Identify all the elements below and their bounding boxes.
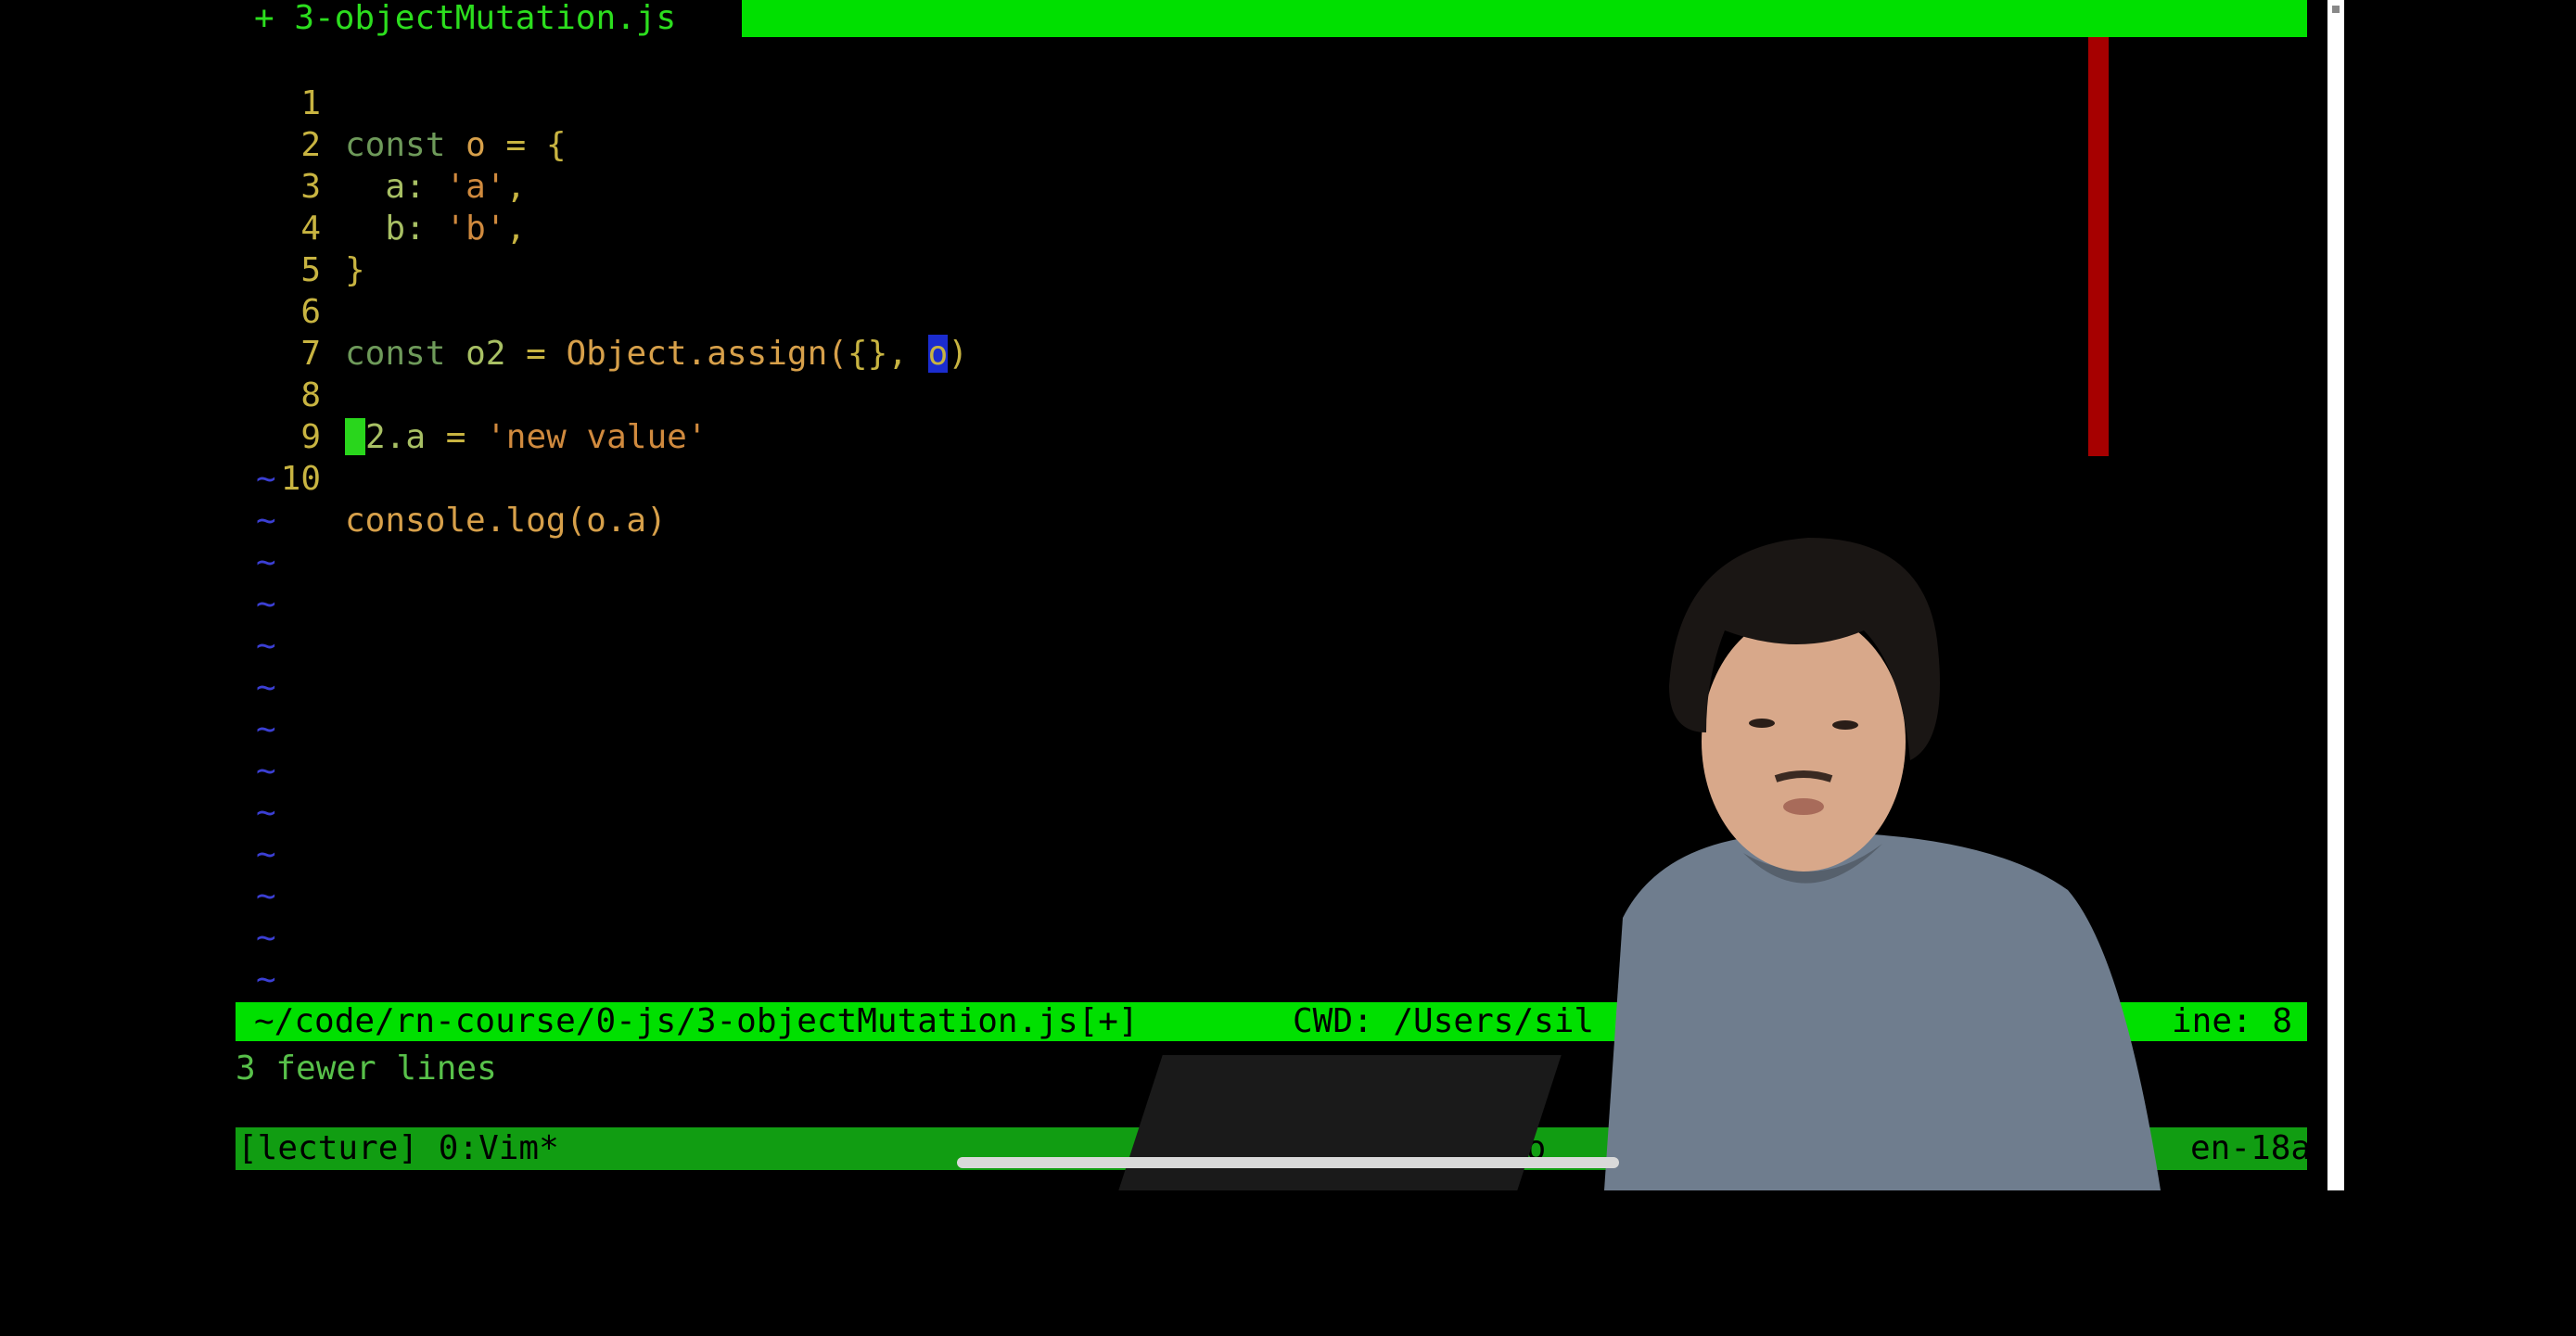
tilde-marker: ~	[256, 835, 276, 873]
tabline-fill	[742, 0, 2307, 37]
home-indicator[interactable]	[957, 1157, 1619, 1168]
tilde-marker: ~	[256, 460, 276, 498]
right-scrollbar[interactable]	[2327, 0, 2344, 1190]
tab-filename[interactable]: + 3-objectMutation.js	[254, 0, 676, 39]
tilde-marker: ~	[256, 919, 276, 957]
code-line: 4 }	[236, 166, 2307, 289]
code-line: 9	[236, 375, 2307, 456]
code-line: 1 const o = {	[236, 41, 2307, 164]
code-line: 3 b: 'b',	[236, 124, 2307, 248]
tilde-marker: ~	[256, 961, 276, 999]
status-filepath: ~/code/rn-course/0-js/3-objectMutation.j…	[254, 1002, 1139, 1040]
tilde-marker: ~	[256, 752, 276, 790]
tilde-line: ~	[236, 458, 2307, 500]
laptop	[1118, 1055, 1562, 1190]
presenter-photo	[1604, 538, 2161, 1190]
tilde-marker: ~	[256, 710, 276, 748]
scrollbar-grip[interactable]	[2332, 6, 2340, 13]
code-line: 10 console.log(o.a)	[236, 416, 2307, 540]
code-line: 5	[236, 208, 2307, 289]
tmux-window-label[interactable]: [lecture] 0:Vim*	[237, 1127, 559, 1169]
status-cwd: CWD: /Users/sil	[1293, 1002, 1595, 1040]
command-message: 3 fewer lines	[236, 1050, 497, 1088]
tilde-marker: ~	[256, 627, 276, 665]
vim-tabline: + 3-objectMutation.js	[236, 0, 2307, 37]
code-line: 7	[236, 291, 2307, 373]
tilde-marker: ~	[256, 502, 276, 540]
tilde-marker: ~	[256, 585, 276, 623]
code-line: 2 a: 'a',	[236, 83, 2307, 206]
code-line: 6 const o2 = Object.assign({}, o)	[236, 249, 2307, 373]
tilde-marker: ~	[256, 668, 276, 706]
tilde-marker: ~	[256, 877, 276, 915]
code-line-current: 8 2.a = 'new value'	[236, 333, 2307, 456]
tilde-marker: ~	[256, 794, 276, 832]
tilde-marker: ~	[256, 543, 276, 581]
